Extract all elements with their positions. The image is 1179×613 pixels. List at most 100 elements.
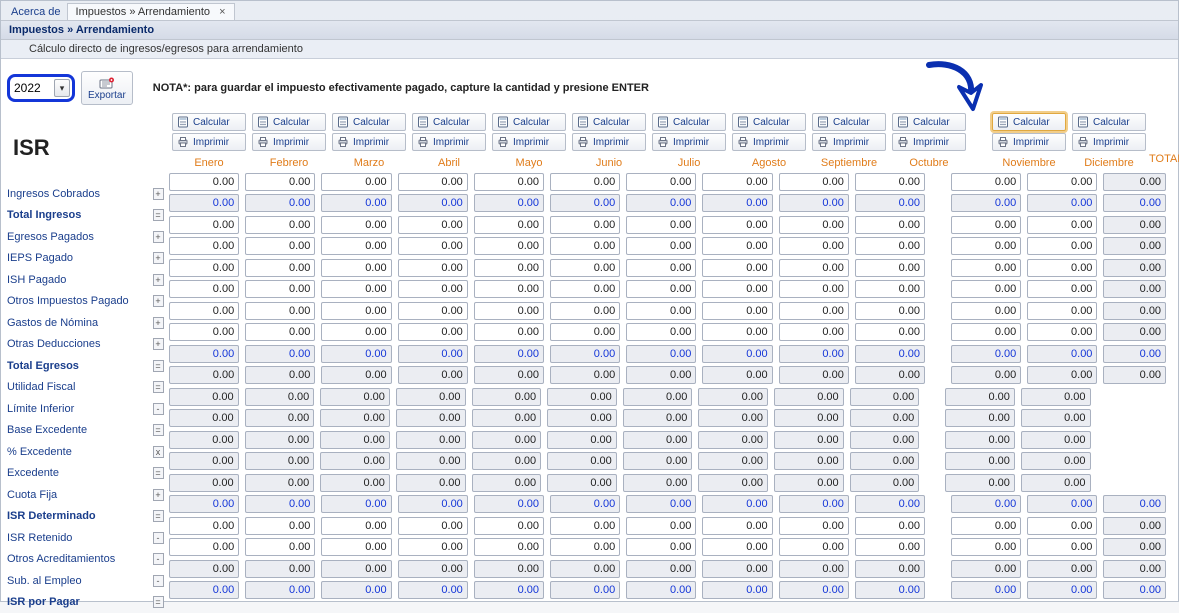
value-input[interactable]: 0.00 [626, 323, 696, 341]
value-input[interactable]: 0.00 [169, 517, 239, 535]
value-input[interactable]: 0.00 [169, 538, 239, 556]
imprimir-button-agosto[interactable]: Imprimir [732, 133, 806, 151]
calcular-button-febrero[interactable]: Calcular [252, 113, 326, 131]
value-input[interactable]: 0.00 [702, 237, 772, 255]
value-input[interactable]: 0.00 [169, 259, 239, 277]
value-input[interactable]: 0.00 [245, 259, 315, 277]
value-input[interactable]: 0.00 [245, 173, 315, 191]
value-input[interactable]: 0.00 [398, 517, 468, 535]
year-input[interactable] [12, 79, 54, 97]
imprimir-button-septiembre[interactable]: Imprimir [812, 133, 886, 151]
value-input[interactable]: 0.00 [474, 538, 544, 556]
value-input[interactable]: 0.00 [951, 237, 1021, 255]
value-input[interactable]: 0.00 [702, 517, 772, 535]
calcular-button-marzo[interactable]: Calcular [332, 113, 406, 131]
value-input[interactable]: 0.00 [550, 259, 620, 277]
value-input[interactable]: 0.00 [626, 237, 696, 255]
value-input[interactable]: 0.00 [398, 173, 468, 191]
value-input[interactable]: 0.00 [855, 517, 925, 535]
value-input[interactable]: 0.00 [245, 216, 315, 234]
imprimir-button-octubre[interactable]: Imprimir [892, 133, 966, 151]
value-input[interactable]: 0.00 [398, 323, 468, 341]
imprimir-button-noviembre[interactable]: Imprimir [992, 133, 1066, 151]
value-input[interactable]: 0.00 [1027, 323, 1097, 341]
calcular-button-diciembre[interactable]: Calcular [1072, 113, 1146, 131]
close-icon[interactable]: × [219, 6, 225, 18]
value-input[interactable]: 0.00 [398, 280, 468, 298]
value-input[interactable]: 0.00 [398, 538, 468, 556]
value-input[interactable]: 0.00 [169, 237, 239, 255]
value-input[interactable]: 0.00 [1027, 173, 1097, 191]
value-input[interactable]: 0.00 [779, 280, 849, 298]
value-input[interactable]: 0.00 [245, 517, 315, 535]
value-input[interactable]: 0.00 [951, 216, 1021, 234]
tab-arrendamiento[interactable]: Impuestos » Arrendamiento × [67, 3, 235, 20]
value-input[interactable]: 0.00 [169, 280, 239, 298]
value-input[interactable]: 0.00 [779, 323, 849, 341]
value-input[interactable]: 0.00 [1027, 517, 1097, 535]
imprimir-button-marzo[interactable]: Imprimir [332, 133, 406, 151]
value-input[interactable]: 0.00 [474, 280, 544, 298]
value-input[interactable]: 0.00 [1027, 216, 1097, 234]
value-input[interactable]: 0.00 [951, 259, 1021, 277]
value-input[interactable]: 0.00 [321, 173, 391, 191]
value-input[interactable]: 0.00 [626, 538, 696, 556]
value-input[interactable]: 0.00 [1027, 538, 1097, 556]
value-input[interactable]: 0.00 [398, 216, 468, 234]
value-input[interactable]: 0.00 [855, 538, 925, 556]
value-input[interactable]: 0.00 [951, 280, 1021, 298]
value-input[interactable]: 0.00 [702, 302, 772, 320]
value-input[interactable]: 0.00 [398, 302, 468, 320]
value-input[interactable]: 0.00 [702, 259, 772, 277]
value-input[interactable]: 0.00 [626, 517, 696, 535]
value-input[interactable]: 0.00 [626, 259, 696, 277]
value-input[interactable]: 0.00 [951, 173, 1021, 191]
tab-about[interactable]: Acerca de [5, 4, 67, 20]
value-input[interactable]: 0.00 [951, 323, 1021, 341]
value-input[interactable]: 0.00 [321, 538, 391, 556]
value-input[interactable]: 0.00 [1027, 237, 1097, 255]
value-input[interactable]: 0.00 [474, 259, 544, 277]
value-input[interactable]: 0.00 [626, 216, 696, 234]
value-input[interactable]: 0.00 [702, 173, 772, 191]
value-input[interactable]: 0.00 [550, 517, 620, 535]
value-input[interactable]: 0.00 [169, 173, 239, 191]
value-input[interactable]: 0.00 [951, 302, 1021, 320]
value-input[interactable]: 0.00 [626, 173, 696, 191]
value-input[interactable]: 0.00 [779, 302, 849, 320]
imprimir-button-enero[interactable]: Imprimir [172, 133, 246, 151]
imprimir-button-diciembre[interactable]: Imprimir [1072, 133, 1146, 151]
calcular-button-noviembre[interactable]: Calcular [992, 113, 1066, 131]
value-input[interactable]: 0.00 [779, 237, 849, 255]
value-input[interactable]: 0.00 [702, 280, 772, 298]
value-input[interactable]: 0.00 [321, 302, 391, 320]
value-input[interactable]: 0.00 [550, 237, 620, 255]
value-input[interactable]: 0.00 [550, 216, 620, 234]
value-input[interactable]: 0.00 [855, 280, 925, 298]
value-input[interactable]: 0.00 [169, 216, 239, 234]
value-input[interactable]: 0.00 [474, 237, 544, 255]
value-input[interactable]: 0.00 [474, 302, 544, 320]
value-input[interactable]: 0.00 [474, 517, 544, 535]
value-input[interactable]: 0.00 [855, 302, 925, 320]
value-input[interactable]: 0.00 [321, 517, 391, 535]
export-button[interactable]: Exportar [81, 71, 133, 105]
calcular-button-octubre[interactable]: Calcular [892, 113, 966, 131]
value-input[interactable]: 0.00 [779, 173, 849, 191]
calcular-button-abril[interactable]: Calcular [412, 113, 486, 131]
calcular-button-enero[interactable]: Calcular [172, 113, 246, 131]
value-input[interactable]: 0.00 [626, 302, 696, 320]
calcular-button-mayo[interactable]: Calcular [492, 113, 566, 131]
value-input[interactable]: 0.00 [550, 538, 620, 556]
value-input[interactable]: 0.00 [855, 323, 925, 341]
value-input[interactable]: 0.00 [951, 517, 1021, 535]
value-input[interactable]: 0.00 [169, 302, 239, 320]
value-input[interactable]: 0.00 [321, 259, 391, 277]
value-input[interactable]: 0.00 [626, 280, 696, 298]
value-input[interactable]: 0.00 [779, 259, 849, 277]
value-input[interactable]: 0.00 [398, 259, 468, 277]
value-input[interactable]: 0.00 [474, 173, 544, 191]
value-input[interactable]: 0.00 [779, 538, 849, 556]
value-input[interactable]: 0.00 [550, 323, 620, 341]
value-input[interactable]: 0.00 [550, 280, 620, 298]
